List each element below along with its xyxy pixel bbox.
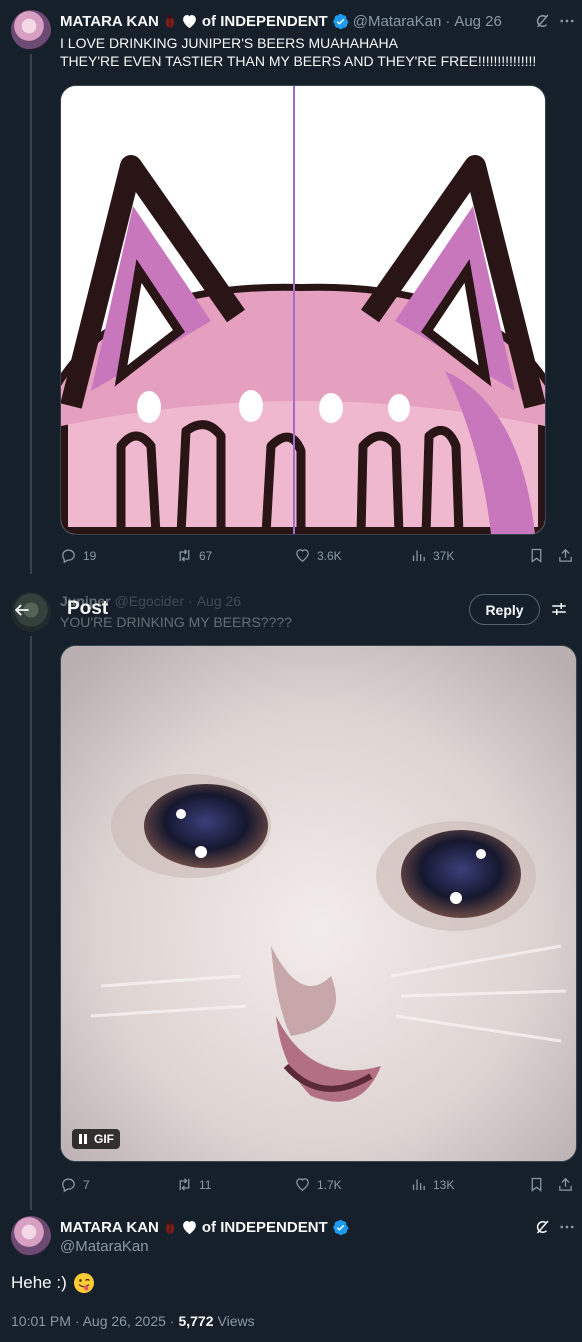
crying-cat-image	[61, 646, 576, 1161]
beetle-emoji-icon	[165, 14, 175, 28]
heart-icon	[296, 1178, 309, 1191]
author-handle[interactable]: @MataraKan	[60, 1238, 149, 1255]
views-count: 13K	[433, 1177, 455, 1192]
like-count: 3.6K	[317, 548, 342, 563]
more-icon[interactable]	[558, 1218, 576, 1236]
tweet-text-content: Hehe :)	[11, 1273, 67, 1292]
views-count: 37K	[433, 548, 455, 563]
separator-dot: ·	[445, 12, 451, 30]
winking-tongue-emoji-icon	[73, 1273, 94, 1293]
tweet-actions: 7 11 1.7K 13K	[60, 1176, 580, 1196]
author-handle[interactable]: @MataraKan	[353, 13, 442, 30]
reply-count: 7	[83, 1177, 90, 1192]
tweet-text: Hehe :)	[11, 1272, 95, 1294]
gif-label: GIF	[94, 1132, 114, 1146]
author-name[interactable]: MATARA KAN	[60, 13, 159, 30]
gif-badge[interactable]: GIF	[72, 1129, 120, 1149]
reply-action[interactable]: 19	[60, 547, 96, 564]
author-name-suffix[interactable]: of INDEPENDENT	[202, 13, 328, 30]
reply-icon	[62, 1178, 75, 1193]
repost-count: 67	[199, 548, 213, 563]
bookmark-icon	[531, 1177, 542, 1192]
views-count: 5,772	[178, 1313, 214, 1329]
views-icon	[412, 1179, 425, 1191]
avatar[interactable]	[11, 1216, 51, 1256]
avatar[interactable]	[11, 10, 51, 50]
tweet-image[interactable]	[60, 85, 546, 535]
thread-line	[30, 54, 32, 574]
like-count: 1.7K	[317, 1177, 342, 1192]
reply-action[interactable]: 7	[60, 1176, 90, 1193]
share-action[interactable]	[557, 1176, 574, 1193]
views-action[interactable]: 13K	[410, 1176, 454, 1193]
author-name-suffix[interactable]: of INDEPENDENT	[202, 1219, 328, 1236]
thread-line	[30, 636, 32, 1210]
share-action[interactable]	[557, 547, 574, 564]
bookmark-action[interactable]	[528, 547, 545, 564]
verified-badge-icon	[332, 1219, 349, 1235]
tweet-timestamp[interactable]: 10:01 PM · Aug 26, 2025 ·	[11, 1313, 174, 1329]
like-action[interactable]: 3.6K	[294, 547, 342, 564]
tweet-gif[interactable]	[60, 645, 577, 1162]
sliders-icon[interactable]	[550, 600, 568, 618]
tweet-text-line: I LOVE DRINKING JUNIPER'S BEERS MUAHAHAH…	[60, 35, 398, 51]
grok-icon[interactable]	[533, 1218, 551, 1236]
views-action[interactable]: 37K	[410, 547, 454, 564]
repost-icon	[179, 549, 190, 562]
tweet-header: MATARA KAN of INDEPENDENT	[60, 1217, 349, 1237]
reply-button[interactable]: Reply	[469, 594, 540, 625]
repost-action[interactable]: 67	[176, 547, 212, 564]
more-icon[interactable]	[558, 12, 576, 30]
views-icon	[412, 550, 425, 562]
reply-icon	[62, 549, 75, 564]
repost-action[interactable]: 11	[176, 1176, 211, 1193]
bookmark-action[interactable]	[528, 1176, 545, 1193]
tweet-meta: 10:01 PM · Aug 26, 2025 · 5,772 Views	[11, 1313, 255, 1329]
beetle-emoji-icon	[165, 1220, 175, 1234]
tweet-actions: 19 67 3.6K 37K	[60, 547, 580, 567]
tweet-date[interactable]: Aug 26	[454, 13, 502, 30]
grok-icon[interactable]	[533, 12, 551, 30]
heart-icon	[296, 549, 309, 562]
tweet-text-line: THEY'RE EVEN TASTIER THAN MY BEERS AND T…	[60, 53, 537, 69]
tweet-text: I LOVE DRINKING JUNIPER'S BEERS MUAHAHAH…	[60, 34, 575, 70]
white-heart-icon	[183, 14, 196, 29]
like-action[interactable]: 1.7K	[294, 1176, 342, 1193]
verified-badge-icon	[332, 13, 349, 29]
share-icon	[559, 1177, 572, 1191]
pause-icon	[79, 1134, 87, 1144]
cat-ears-image	[61, 86, 545, 534]
white-heart-icon	[183, 1220, 196, 1235]
reply-count: 19	[83, 548, 97, 563]
share-icon	[559, 548, 572, 562]
repost-count: 11	[199, 1177, 212, 1192]
views-label: Views	[217, 1313, 255, 1329]
repost-icon	[179, 1178, 190, 1191]
author-name[interactable]: MATARA KAN	[60, 1219, 159, 1236]
tweet-header: MATARA KAN of INDEPENDENT @MataraKan · A…	[60, 11, 502, 31]
page-title: Post	[67, 598, 109, 619]
back-arrow-icon[interactable]	[12, 600, 32, 620]
bookmark-icon	[531, 548, 542, 563]
